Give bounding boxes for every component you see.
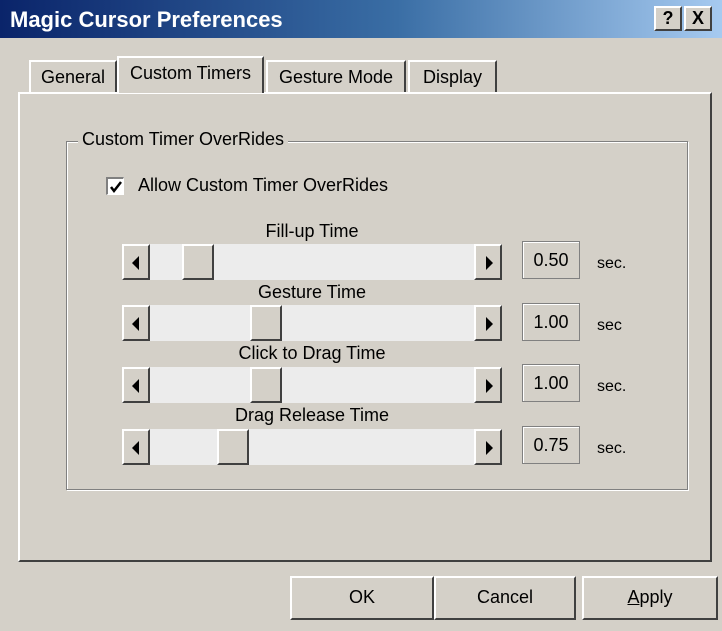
slider-right-button[interactable]	[474, 305, 502, 341]
group-label: Custom Timer OverRides	[78, 129, 289, 150]
slider-left-button[interactable]	[122, 367, 150, 403]
checkmark-icon	[110, 181, 122, 194]
slider-drag-release-time[interactable]	[122, 429, 502, 465]
cancel-button[interactable]: Cancel	[434, 576, 576, 620]
tab-gesture-mode[interactable]: Gesture Mode	[266, 60, 406, 94]
right-arrow-icon	[486, 379, 493, 393]
slider-thumb[interactable]	[250, 367, 282, 403]
right-arrow-icon	[486, 256, 493, 270]
slider-gesture-time[interactable]	[122, 305, 502, 341]
right-arrow-icon	[486, 441, 493, 455]
slider-right-button[interactable]	[474, 244, 502, 280]
tab-general[interactable]: General	[29, 60, 117, 94]
close-button[interactable]: X	[684, 6, 712, 31]
value-drag-release-time: 0.75	[522, 426, 580, 464]
slider-right-button[interactable]	[474, 367, 502, 403]
right-arrow-icon	[486, 317, 493, 331]
unit-label: sec.	[597, 378, 627, 395]
preferences-dialog: Magic Cursor Preferences ? X General Cus…	[0, 0, 722, 631]
slider-thumb[interactable]	[217, 429, 249, 465]
value-fill-up-time: 0.50	[522, 241, 580, 279]
slider-thumb[interactable]	[250, 305, 282, 341]
value-click-to-drag-time: 1.00	[522, 364, 580, 402]
allow-overrides-checkbox[interactable]	[106, 177, 124, 195]
tab-display[interactable]: Display	[408, 60, 497, 94]
apply-label-rest: pply	[639, 587, 673, 607]
slider-label-gesture-time: Gesture Time	[257, 282, 367, 302]
apply-accelerator: A	[627, 587, 640, 607]
slider-label-drag-release-time: Drag Release Time	[234, 405, 390, 425]
apply-button[interactable]: Apply	[582, 576, 718, 620]
slider-label-click-to-drag-time: Click to Drag Time	[238, 343, 386, 363]
left-arrow-icon	[132, 256, 139, 270]
tab-custom-timers[interactable]: Custom Timers	[117, 56, 264, 93]
unit-label: sec.	[597, 255, 627, 272]
allow-overrides-label[interactable]: Allow Custom Timer OverRides	[138, 175, 388, 196]
left-arrow-icon	[132, 441, 139, 455]
left-arrow-icon	[132, 317, 139, 331]
slider-fill-up-time[interactable]	[122, 244, 502, 280]
left-arrow-icon	[132, 379, 139, 393]
slider-label-fill-up-time: Fill-up Time	[265, 221, 359, 241]
ok-button[interactable]: OK	[290, 576, 434, 620]
value-gesture-time: 1.00	[522, 303, 580, 341]
slider-click-to-drag-time[interactable]	[122, 367, 502, 403]
unit-label: sec	[597, 317, 622, 334]
title-bar[interactable]: Magic Cursor Preferences ? X	[0, 0, 722, 38]
slider-left-button[interactable]	[122, 305, 150, 341]
window-title: Magic Cursor Preferences	[10, 7, 283, 32]
slider-left-button[interactable]	[122, 244, 150, 280]
slider-right-button[interactable]	[474, 429, 502, 465]
help-button[interactable]: ?	[654, 6, 682, 31]
unit-label: sec.	[597, 440, 627, 457]
slider-left-button[interactable]	[122, 429, 150, 465]
slider-thumb[interactable]	[182, 244, 214, 280]
